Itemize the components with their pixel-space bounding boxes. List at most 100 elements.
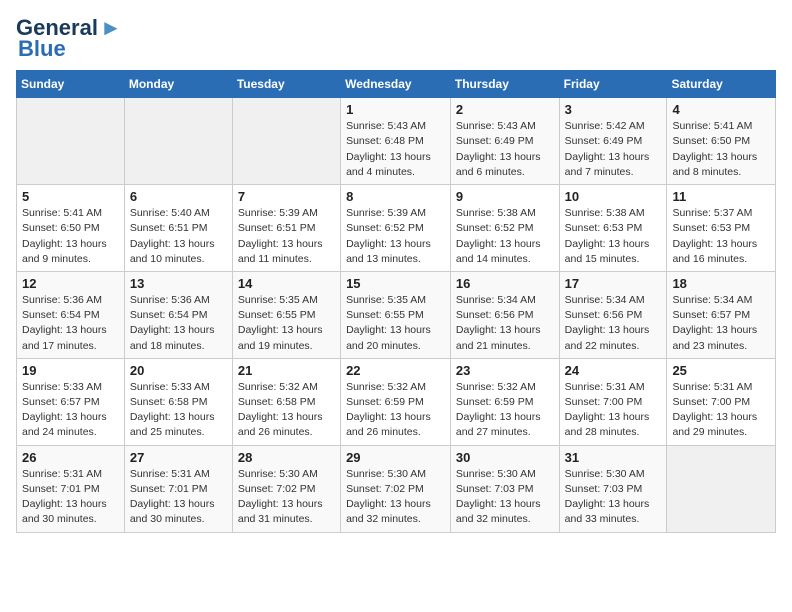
- cell-day-number: 12: [22, 276, 119, 291]
- cell-day-number: 7: [238, 189, 335, 204]
- cell-day-number: 10: [565, 189, 662, 204]
- cell-sun-info: Sunrise: 5:31 AMSunset: 7:01 PMDaylight:…: [22, 467, 119, 528]
- cell-day-number: 15: [346, 276, 445, 291]
- calendar-cell: 7 Sunrise: 5:39 AMSunset: 6:51 PMDaylight…: [232, 185, 340, 272]
- cell-day-number: 16: [456, 276, 554, 291]
- cell-sun-info: Sunrise: 5:30 AMSunset: 7:02 PMDaylight:…: [346, 467, 445, 528]
- cell-sun-info: Sunrise: 5:31 AMSunset: 7:01 PMDaylight:…: [130, 467, 227, 528]
- calendar-cell: [124, 98, 232, 185]
- cell-sun-info: Sunrise: 5:36 AMSunset: 6:54 PMDaylight:…: [22, 293, 119, 354]
- cell-day-number: 5: [22, 189, 119, 204]
- calendar-cell: 15 Sunrise: 5:35 AMSunset: 6:55 PMDayligh…: [341, 271, 451, 358]
- logo-subtext: Blue: [18, 36, 66, 62]
- cell-sun-info: Sunrise: 5:33 AMSunset: 6:57 PMDaylight:…: [22, 380, 119, 441]
- cell-day-number: 1: [346, 102, 445, 117]
- calendar-cell: 13 Sunrise: 5:36 AMSunset: 6:54 PMDayligh…: [124, 271, 232, 358]
- calendar-cell: 19Sunrise: 5:33 AMSunset: 6:57 PMDayligh…: [17, 358, 125, 445]
- cell-sun-info: Sunrise: 5:39 AMSunset: 6:52 PMDaylight:…: [346, 206, 445, 267]
- cell-day-number: 21: [238, 363, 335, 378]
- cell-day-number: 14: [238, 276, 335, 291]
- cell-day-number: 3: [565, 102, 662, 117]
- cell-day-number: 20: [130, 363, 227, 378]
- cell-sun-info: Sunrise: 5:36 AMSunset: 6:54 PMDaylight:…: [130, 293, 227, 354]
- calendar-cell: 14 Sunrise: 5:35 AMSunset: 6:55 PMDayligh…: [232, 271, 340, 358]
- calendar-cell: 17Sunrise: 5:34 AMSunset: 6:56 PMDayligh…: [559, 271, 667, 358]
- logo: General► Blue: [16, 16, 122, 62]
- cell-sun-info: Sunrise: 5:35 AMSunset: 6:55 PMDaylight:…: [238, 293, 335, 354]
- cell-sun-info: Sunrise: 5:43 AMSunset: 6:49 PMDaylight:…: [456, 119, 554, 180]
- cell-day-number: 4: [672, 102, 770, 117]
- calendar-cell: [232, 98, 340, 185]
- cell-day-number: 6: [130, 189, 227, 204]
- calendar-cell: 6 Sunrise: 5:40 AMSunset: 6:51 PMDaylight…: [124, 185, 232, 272]
- calendar-cell: 4Sunrise: 5:41 AMSunset: 6:50 PMDaylight…: [667, 98, 776, 185]
- cell-sun-info: Sunrise: 5:40 AMSunset: 6:51 PMDaylight:…: [130, 206, 227, 267]
- cell-day-number: 29: [346, 450, 445, 465]
- cell-day-number: 13: [130, 276, 227, 291]
- calendar-cell: 18Sunrise: 5:34 AMSunset: 6:57 PMDayligh…: [667, 271, 776, 358]
- calendar-cell: [17, 98, 125, 185]
- calendar-cell: 10 Sunrise: 5:38 AMSunset: 6:53 PMDayligh…: [559, 185, 667, 272]
- cell-sun-info: Sunrise: 5:30 AMSunset: 7:03 PMDaylight:…: [565, 467, 662, 528]
- calendar-cell: 1Sunrise: 5:43 AMSunset: 6:48 PMDaylight…: [341, 98, 451, 185]
- cell-sun-info: Sunrise: 5:41 AMSunset: 6:50 PMDaylight:…: [22, 206, 119, 267]
- calendar-cell: 30Sunrise: 5:30 AMSunset: 7:03 PMDayligh…: [450, 445, 559, 532]
- calendar-week-row: 1Sunrise: 5:43 AMSunset: 6:48 PMDaylight…: [17, 98, 776, 185]
- cell-day-number: 26: [22, 450, 119, 465]
- cell-sun-info: Sunrise: 5:39 AMSunset: 6:51 PMDaylight:…: [238, 206, 335, 267]
- cell-sun-info: Sunrise: 5:34 AMSunset: 6:56 PMDaylight:…: [456, 293, 554, 354]
- calendar-week-row: 12 Sunrise: 5:36 AMSunset: 6:54 PMDayligh…: [17, 271, 776, 358]
- calendar-cell: 28 Sunrise: 5:30 AMSunset: 7:02 PMDayligh…: [232, 445, 340, 532]
- calendar-cell: 2 Sunrise: 5:43 AMSunset: 6:49 PMDaylight…: [450, 98, 559, 185]
- weekday-header-friday: Friday: [559, 71, 667, 98]
- calendar-cell: 27 Sunrise: 5:31 AMSunset: 7:01 PMDayligh…: [124, 445, 232, 532]
- cell-day-number: 25: [672, 363, 770, 378]
- calendar-cell: 29 Sunrise: 5:30 AMSunset: 7:02 PMDayligh…: [341, 445, 451, 532]
- cell-day-number: 28: [238, 450, 335, 465]
- calendar-cell: 3 Sunrise: 5:42 AMSunset: 6:49 PMDaylight…: [559, 98, 667, 185]
- cell-sun-info: Sunrise: 5:42 AMSunset: 6:49 PMDaylight:…: [565, 119, 662, 180]
- calendar-cell: 31 Sunrise: 5:30 AMSunset: 7:03 PMDayligh…: [559, 445, 667, 532]
- cell-sun-info: Sunrise: 5:31 AMSunset: 7:00 PMDaylight:…: [565, 380, 662, 441]
- cell-day-number: 27: [130, 450, 227, 465]
- calendar-cell: 21 Sunrise: 5:32 AMSunset: 6:58 PMDayligh…: [232, 358, 340, 445]
- cell-day-number: 22: [346, 363, 445, 378]
- cell-day-number: 2: [456, 102, 554, 117]
- cell-sun-info: Sunrise: 5:33 AMSunset: 6:58 PMDaylight:…: [130, 380, 227, 441]
- cell-day-number: 23: [456, 363, 554, 378]
- cell-sun-info: Sunrise: 5:31 AMSunset: 7:00 PMDaylight:…: [672, 380, 770, 441]
- calendar-cell: 22 Sunrise: 5:32 AMSunset: 6:59 PMDayligh…: [341, 358, 451, 445]
- cell-sun-info: Sunrise: 5:32 AMSunset: 6:58 PMDaylight:…: [238, 380, 335, 441]
- page-header: General► Blue: [16, 16, 776, 62]
- calendar-cell: 25 Sunrise: 5:31 AMSunset: 7:00 PMDayligh…: [667, 358, 776, 445]
- weekday-header-wednesday: Wednesday: [341, 71, 451, 98]
- cell-day-number: 24: [565, 363, 662, 378]
- calendar-cell: 20 Sunrise: 5:33 AMSunset: 6:58 PMDayligh…: [124, 358, 232, 445]
- weekday-header-saturday: Saturday: [667, 71, 776, 98]
- calendar-cell: [667, 445, 776, 532]
- cell-sun-info: Sunrise: 5:38 AMSunset: 6:53 PMDaylight:…: [565, 206, 662, 267]
- weekday-header-sunday: Sunday: [17, 71, 125, 98]
- weekday-header-monday: Monday: [124, 71, 232, 98]
- calendar-cell: 9Sunrise: 5:38 AMSunset: 6:52 PMDaylight…: [450, 185, 559, 272]
- cell-day-number: 9: [456, 189, 554, 204]
- cell-day-number: 8: [346, 189, 445, 204]
- cell-day-number: 18: [672, 276, 770, 291]
- weekday-header-row: SundayMondayTuesdayWednesdayThursdayFrid…: [17, 71, 776, 98]
- cell-day-number: 11: [672, 189, 770, 204]
- calendar-week-row: 5 Sunrise: 5:41 AMSunset: 6:50 PMDaylight…: [17, 185, 776, 272]
- calendar-cell: 16 Sunrise: 5:34 AMSunset: 6:56 PMDayligh…: [450, 271, 559, 358]
- cell-sun-info: Sunrise: 5:30 AMSunset: 7:02 PMDaylight:…: [238, 467, 335, 528]
- cell-sun-info: Sunrise: 5:32 AMSunset: 6:59 PMDaylight:…: [456, 380, 554, 441]
- cell-day-number: 30: [456, 450, 554, 465]
- cell-day-number: 31: [565, 450, 662, 465]
- calendar-week-row: 26 Sunrise: 5:31 AMSunset: 7:01 PMDayligh…: [17, 445, 776, 532]
- weekday-header-thursday: Thursday: [450, 71, 559, 98]
- calendar-cell: 26 Sunrise: 5:31 AMSunset: 7:01 PMDayligh…: [17, 445, 125, 532]
- calendar-cell: 23 Sunrise: 5:32 AMSunset: 6:59 PMDayligh…: [450, 358, 559, 445]
- cell-sun-info: Sunrise: 5:34 AMSunset: 6:56 PMDaylight:…: [565, 293, 662, 354]
- cell-sun-info: Sunrise: 5:32 AMSunset: 6:59 PMDaylight:…: [346, 380, 445, 441]
- cell-sun-info: Sunrise: 5:35 AMSunset: 6:55 PMDaylight:…: [346, 293, 445, 354]
- calendar-cell: 11Sunrise: 5:37 AMSunset: 6:53 PMDayligh…: [667, 185, 776, 272]
- calendar-table: SundayMondayTuesdayWednesdayThursdayFrid…: [16, 70, 776, 532]
